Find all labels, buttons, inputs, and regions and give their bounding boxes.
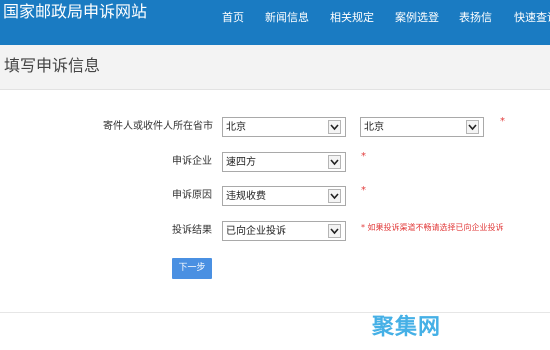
city-value: 北京 <box>364 122 384 133</box>
chevron-down-icon <box>328 224 341 238</box>
divider <box>0 312 550 313</box>
chevron-down-icon <box>466 120 479 134</box>
nav-home[interactable]: 首页 <box>222 11 244 25</box>
company-label: 申诉企业 <box>172 156 212 167</box>
complaint-page: 国家邮政局申诉网站 首页 新闻信息 相关规定 案例选登 表扬信 快速查询 填写申… <box>0 0 550 350</box>
city-select[interactable]: 北京 <box>360 117 484 137</box>
province-select[interactable]: 北京 <box>222 117 346 137</box>
company-value: 速四方 <box>226 157 256 168</box>
nav-cases[interactable]: 案例选登 <box>395 11 439 25</box>
required-mark: * <box>500 116 505 127</box>
chevron-down-icon <box>328 120 341 134</box>
title-strip: 填写申诉信息 <box>0 45 550 90</box>
reason-value: 违规收费 <box>226 191 266 202</box>
result-hint: * 如果投诉渠道不畅请选择已向企业投诉 <box>361 223 504 232</box>
chevron-down-icon <box>328 189 341 203</box>
location-label: 寄件人或收件人所在省市 <box>103 121 213 132</box>
reason-select[interactable]: 违规收费 <box>222 186 346 206</box>
nav-regulations[interactable]: 相关规定 <box>330 11 374 25</box>
reason-label: 申诉原因 <box>172 190 212 201</box>
nav-news[interactable]: 新闻信息 <box>265 11 309 25</box>
chevron-down-icon <box>328 155 341 169</box>
site-header: 国家邮政局申诉网站 首页 新闻信息 相关规定 案例选登 表扬信 快速查询 <box>0 0 550 45</box>
province-value: 北京 <box>226 122 246 133</box>
result-value: 已向企业投诉 <box>226 226 286 237</box>
watermark-logo: 聚集网 <box>372 315 442 340</box>
result-label: 投诉结果 <box>172 225 212 236</box>
site-title: 国家邮政局申诉网站 <box>3 2 148 21</box>
next-button[interactable]: 下一步 <box>172 258 212 279</box>
company-select[interactable]: 速四方 <box>222 152 346 172</box>
required-mark: * <box>361 185 366 196</box>
nav-praise[interactable]: 表扬信 <box>459 11 492 25</box>
nav-quick-query[interactable]: 快速查询 <box>514 11 550 25</box>
result-select[interactable]: 已向企业投诉 <box>222 221 346 241</box>
required-mark: * <box>361 151 366 162</box>
page-title: 填写申诉信息 <box>4 56 101 75</box>
